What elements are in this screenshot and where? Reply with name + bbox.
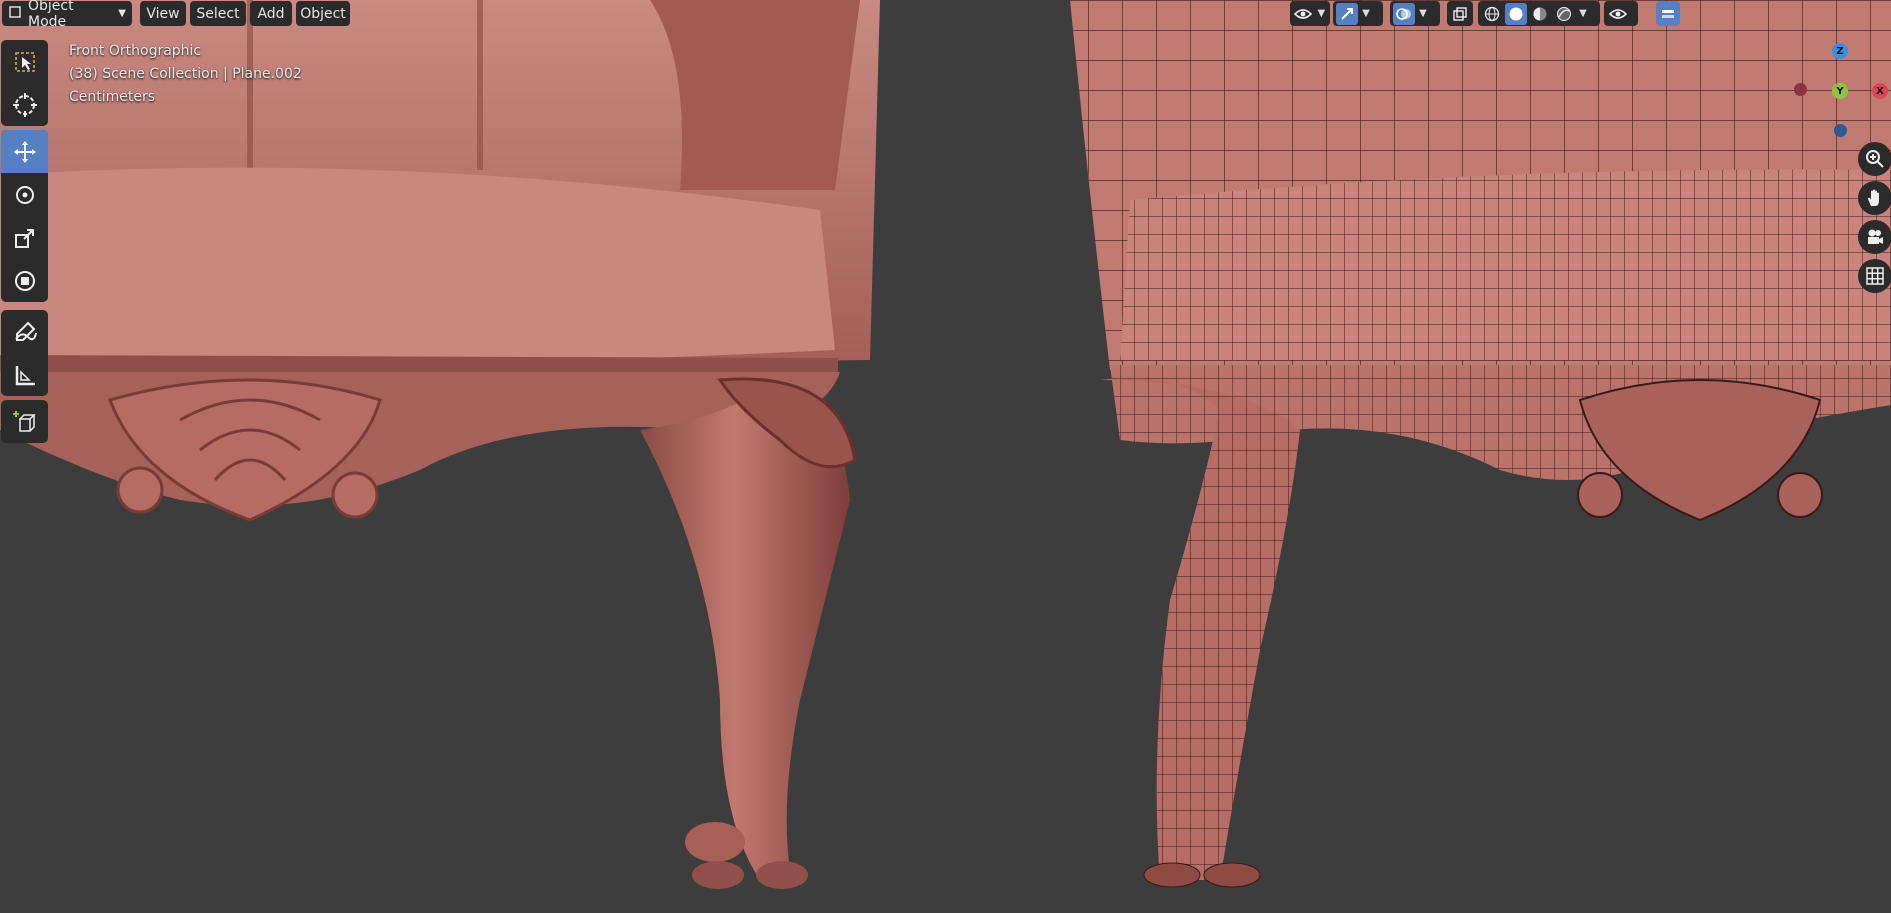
transform-icon[interactable]: [1, 259, 48, 302]
chevron-down-icon[interactable]: ▼: [1577, 8, 1589, 19]
pan-hand-icon[interactable]: [1858, 181, 1891, 215]
add-cube-icon[interactable]: [1, 400, 48, 443]
gizmo-z-axis[interactable]: Z: [1832, 43, 1848, 59]
annotate-icon[interactable]: [1, 310, 48, 353]
visibility-toggle[interactable]: [1604, 1, 1638, 26]
menu-object[interactable]: Object: [296, 1, 350, 26]
gizmo-dropdown[interactable]: ▼: [1333, 1, 1383, 26]
z-axis-label: Z: [1836, 45, 1844, 57]
chevron-down-icon: ▼: [1362, 8, 1370, 19]
collection-toggle[interactable]: [1656, 1, 1680, 26]
gizmo-toggle-icon[interactable]: [1336, 2, 1358, 25]
mode-label: Object Mode: [28, 0, 74, 30]
solid-shading-icon[interactable]: [1505, 2, 1527, 25]
zoom-icon[interactable]: [1858, 142, 1891, 176]
toolbar-annotate-group: [1, 310, 48, 396]
gizmo-x-axis[interactable]: X: [1872, 83, 1888, 99]
eye-icon: [1293, 3, 1314, 25]
toolbar-transform-group: [1, 40, 48, 126]
shading-modes: ▼: [1478, 1, 1600, 26]
toolbar-add-group: [1, 400, 48, 443]
view-name: Front Orthographic: [69, 43, 202, 59]
visibility-dropdown[interactable]: ▼: [1290, 1, 1330, 26]
select-box-icon[interactable]: [1, 40, 48, 83]
scale-icon[interactable]: [1, 216, 48, 259]
x-axis-label: X: [1876, 85, 1884, 97]
collection-info: (38) Scene Collection | Plane.002: [69, 66, 302, 82]
overlays-dropdown[interactable]: ▼: [1390, 1, 1440, 26]
object-mode-icon: [8, 5, 22, 23]
chevron-down-icon: ▼: [118, 8, 126, 19]
menu-view[interactable]: View: [140, 1, 186, 26]
rendered-shading-icon[interactable]: [1553, 3, 1575, 25]
3d-viewport[interactable]: Object Mode ▼ View Select Add Object Fro…: [0, 0, 1891, 913]
gizmo-y-axis[interactable]: Y: [1832, 83, 1848, 99]
xray-icon: [1450, 3, 1470, 25]
menu-select[interactable]: Select: [190, 1, 246, 26]
chevron-down-icon: ▼: [1317, 8, 1326, 19]
move-icon[interactable]: [1, 130, 48, 173]
mode-dropdown[interactable]: Object Mode ▼: [2, 0, 132, 30]
xray-toggle[interactable]: [1447, 1, 1473, 26]
y-axis-label: Y: [1836, 85, 1844, 97]
camera-view-icon[interactable]: [1858, 220, 1891, 254]
cursor-icon[interactable]: [1, 83, 48, 126]
gizmo-neg-z-axis[interactable]: [1834, 124, 1847, 137]
overlays-toggle-icon[interactable]: [1393, 2, 1415, 25]
eye-icon: [1607, 3, 1629, 25]
grid-icon[interactable]: [1858, 259, 1891, 293]
gizmo-neg-x-axis[interactable]: [1794, 83, 1807, 96]
collection-icon: [1659, 3, 1677, 25]
measure-icon[interactable]: [1, 353, 48, 396]
chair-render: [0, 0, 1891, 889]
chevron-down-icon: ▼: [1419, 8, 1427, 19]
toolbar-edit-group: [1, 130, 48, 302]
wireframe-shading-icon[interactable]: [1481, 3, 1503, 25]
material-shading-icon[interactable]: [1529, 3, 1551, 25]
rotate-icon[interactable]: [1, 173, 48, 216]
menu-add[interactable]: Add: [250, 1, 292, 26]
units-label: Centimeters: [69, 89, 156, 105]
viewport-info: Front Orthographic (38) Scene Collection…: [69, 40, 302, 109]
